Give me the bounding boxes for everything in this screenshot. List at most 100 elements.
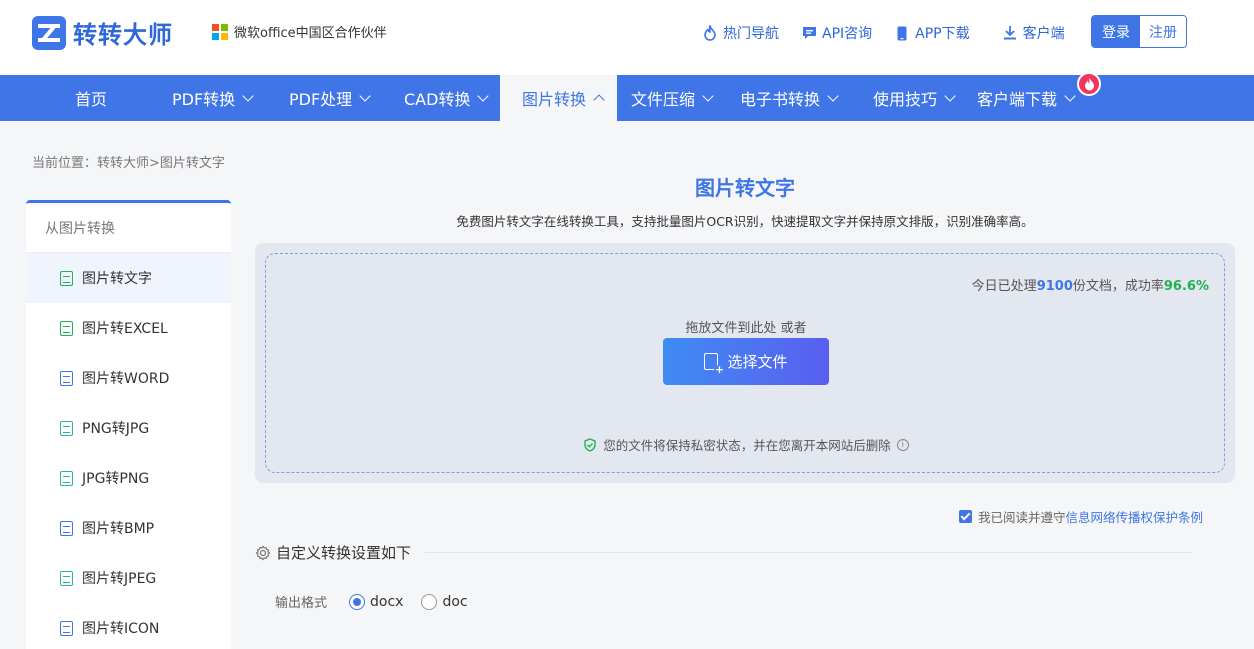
chevron-down-icon bbox=[944, 89, 956, 102]
agree-checkbox[interactable] bbox=[959, 510, 972, 523]
nav-tips[interactable]: 使用技巧 bbox=[873, 75, 956, 121]
register-button[interactable]: 注册 bbox=[1140, 16, 1186, 47]
image-file-icon bbox=[60, 570, 73, 586]
nav-tips-label: 使用技巧 bbox=[873, 90, 938, 109]
sidebar: 从图片转换 图片转文字 图片转EXCEL 图片转WORD PNG转JPG JPG… bbox=[26, 200, 231, 649]
chevron-down-icon bbox=[359, 89, 371, 102]
sidebar-item-label: 图片转WORD bbox=[82, 371, 170, 387]
image-file-icon bbox=[60, 470, 73, 486]
download-icon bbox=[1002, 25, 1018, 41]
nav-cad-convert[interactable]: CAD转换 bbox=[404, 75, 490, 121]
gear-icon bbox=[255, 545, 271, 560]
choose-file-button[interactable]: 选择文件 bbox=[663, 338, 829, 385]
logo[interactable]: 转转大师 bbox=[32, 15, 173, 50]
client-link[interactable]: 客户端 bbox=[1002, 23, 1065, 43]
agree-link[interactable]: 信息网络传播权保护条例 bbox=[1066, 507, 1204, 526]
sidebar-item-label: 图片转文字 bbox=[82, 271, 152, 287]
drop-zone[interactable]: 今日已处理9100份文档，成功率96.6% 拖放文件到此处 或者 选择文件 您的… bbox=[265, 253, 1225, 473]
sidebar-item-image-to-word[interactable]: 图片转WORD bbox=[26, 353, 231, 403]
privacy-note: 您的文件将保持私密状态，并在您离开本网站后删除 i bbox=[266, 435, 1226, 454]
excel-icon bbox=[60, 320, 73, 336]
nav-client-download-label: 客户端下载 bbox=[977, 90, 1058, 109]
output-format-row: 输出格式 docx doc bbox=[275, 592, 468, 611]
top-header: 转转大师 微软office中国区合作伙伴 热门导航 API咨询 APP下载 客户… bbox=[0, 0, 1254, 75]
nav-pdf-convert-label: PDF转换 bbox=[172, 90, 236, 109]
api-consult-label: API咨询 bbox=[822, 26, 873, 42]
sidebar-item-image-to-text[interactable]: 图片转文字 bbox=[26, 253, 231, 303]
nav-pdf-convert[interactable]: PDF转换 bbox=[172, 75, 254, 121]
page-subtitle: 免费图片转文字在线转换工具，支持批量图片OCR识别，快速提取文字并保持原文排版，… bbox=[456, 214, 1034, 229]
top-links: 热门导航 API咨询 APP下载 客户端 bbox=[702, 23, 1087, 43]
upload-panel: 今日已处理9100份文档，成功率96.6% 拖放文件到此处 或者 选择文件 您的… bbox=[255, 243, 1235, 483]
nav-file-compress-label: 文件压缩 bbox=[631, 90, 696, 109]
add-file-icon bbox=[704, 353, 725, 375]
settings-heading: 自定义转换设置如下 bbox=[255, 542, 1192, 563]
agreement: 我已阅读并遵守 信息网络传播权保护条例 bbox=[959, 507, 1203, 526]
breadcrumb: 当前位置：转转大师>图片转文字 bbox=[32, 156, 225, 171]
format-option-label: docx bbox=[370, 593, 404, 610]
nav-image-convert-label: 图片转换 bbox=[522, 90, 587, 109]
stats-count: 9100 bbox=[1036, 279, 1073, 294]
phone-icon bbox=[894, 25, 910, 41]
logo-mark-icon bbox=[32, 15, 66, 50]
nav-ebook-convert[interactable]: 电子书转换 bbox=[740, 75, 839, 121]
privacy-text: 您的文件将保持私密状态，并在您离开本网站后删除 bbox=[603, 438, 891, 453]
api-consult-link[interactable]: API咨询 bbox=[801, 23, 872, 43]
sidebar-heading: 从图片转换 bbox=[26, 203, 231, 253]
info-icon[interactable]: i bbox=[896, 438, 909, 451]
image-file-icon bbox=[60, 420, 73, 436]
shield-check-icon bbox=[584, 437, 596, 452]
sidebar-item-image-to-icon[interactable]: 图片转ICON bbox=[26, 603, 231, 649]
flame-icon bbox=[702, 25, 718, 41]
sidebar-item-image-to-excel[interactable]: 图片转EXCEL bbox=[26, 303, 231, 353]
sidebar-item-label: 图片转EXCEL bbox=[82, 321, 168, 337]
nav-ebook-convert-label: 电子书转换 bbox=[740, 90, 821, 109]
format-doc-radio[interactable]: doc bbox=[421, 593, 468, 610]
chevron-up-icon bbox=[593, 94, 605, 106]
agree-text: 我已阅读并遵守 bbox=[978, 510, 1066, 525]
image-file-icon bbox=[60, 520, 73, 536]
image-file-icon bbox=[60, 620, 73, 636]
chevron-down-icon bbox=[477, 89, 490, 102]
nav-pdf-process-label: PDF处理 bbox=[289, 90, 353, 109]
sidebar-item-label: 图片转ICON bbox=[82, 621, 160, 637]
sidebar-item-image-to-bmp[interactable]: 图片转BMP bbox=[26, 503, 231, 553]
hot-badge bbox=[1077, 72, 1101, 96]
nav-home-label: 首页 bbox=[75, 90, 108, 109]
chevron-down-icon bbox=[1064, 89, 1076, 102]
page-title: 图片转文字 bbox=[695, 176, 795, 200]
nav-cad-convert-label: CAD转换 bbox=[404, 90, 471, 109]
settings-title: 自定义转换设置如下 bbox=[276, 544, 412, 562]
nav-client-download[interactable]: 客户端下载 bbox=[977, 75, 1076, 121]
radio-dot bbox=[421, 593, 438, 610]
sidebar-item-png-to-jpg[interactable]: PNG转JPG bbox=[26, 403, 231, 453]
flame-icon bbox=[1084, 77, 1094, 90]
divider bbox=[425, 552, 1192, 553]
client-label: 客户端 bbox=[1022, 26, 1065, 42]
app-download-link[interactable]: APP下载 bbox=[894, 23, 970, 43]
format-label: 输出格式 bbox=[275, 596, 328, 611]
format-option-label: doc bbox=[442, 593, 468, 610]
nav-image-convert[interactable]: 图片转换 bbox=[500, 75, 617, 121]
login-button[interactable]: 登录 bbox=[1092, 16, 1140, 47]
sidebar-item-jpg-to-png[interactable]: JPG转PNG bbox=[26, 453, 231, 503]
brand-name: 转转大师 bbox=[73, 21, 173, 49]
radio-dot bbox=[349, 593, 366, 610]
sidebar-item-label: PNG转JPG bbox=[82, 421, 150, 437]
nav-pdf-process[interactable]: PDF处理 bbox=[289, 75, 371, 121]
stats-prefix: 今日已处理 bbox=[971, 279, 1037, 294]
nav-home[interactable]: 首页 bbox=[75, 75, 107, 121]
choose-file-label: 选择文件 bbox=[727, 353, 788, 371]
hot-nav-label: 热门导航 bbox=[723, 26, 779, 42]
sidebar-item-label: 图片转BMP bbox=[82, 521, 155, 537]
format-docx-radio[interactable]: docx bbox=[349, 593, 404, 610]
stats-rate: 96.6% bbox=[1163, 279, 1209, 294]
microsoft-logo-icon bbox=[212, 23, 228, 40]
app-download-label: APP下载 bbox=[915, 26, 970, 42]
hot-nav-link[interactable]: 热门导航 bbox=[702, 23, 779, 43]
document-icon bbox=[60, 270, 73, 286]
sidebar-item-image-to-jpeg[interactable]: 图片转JPEG bbox=[26, 553, 231, 603]
drop-hint: 拖放文件到此处 或者 bbox=[685, 321, 807, 336]
nav-file-compress[interactable]: 文件压缩 bbox=[631, 75, 714, 121]
chevron-down-icon bbox=[702, 89, 714, 102]
